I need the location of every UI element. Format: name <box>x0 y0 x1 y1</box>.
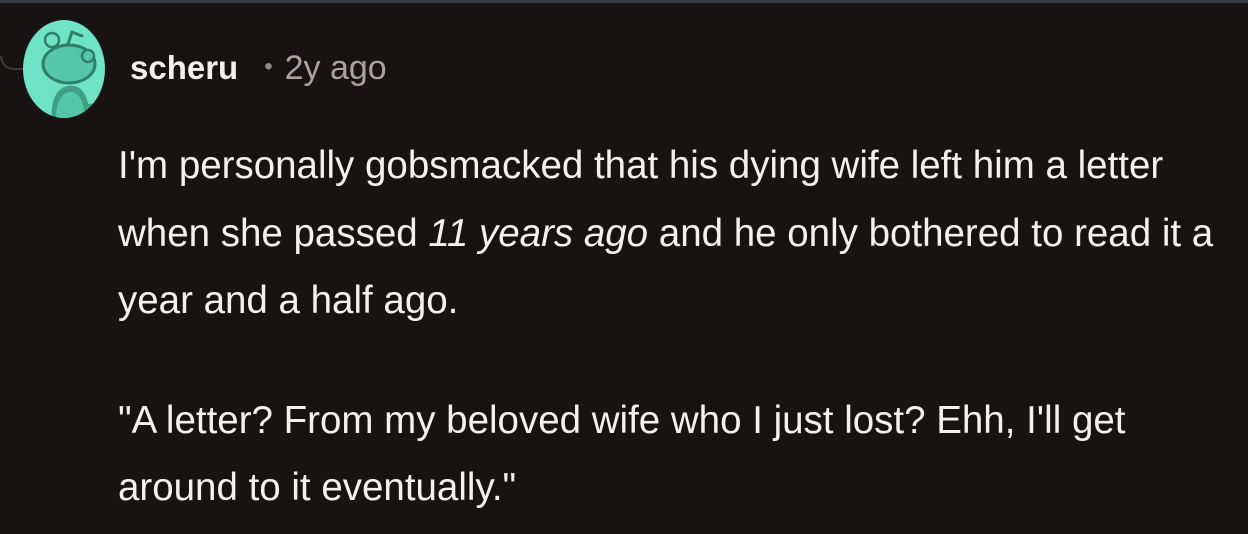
reddit-snoo-avatar-icon <box>23 20 105 118</box>
comment-timestamp[interactable]: 2y ago <box>285 49 387 88</box>
top-divider <box>0 0 1248 3</box>
comment-header: scheru • 2y ago <box>130 46 387 90</box>
comment-author[interactable]: scheru <box>130 49 238 87</box>
comment-body: I'm personally gobsmacked that his dying… <box>118 132 1228 522</box>
comment-paragraph: I'm personally gobsmacked that his dying… <box>118 132 1228 335</box>
comment-paragraph: "A letter? From my beloved wife who I ju… <box>118 398 1126 510</box>
user-avatar[interactable] <box>22 14 106 118</box>
separator-dot: • <box>264 53 273 80</box>
emphasized-text: 11 years ago <box>428 211 649 255</box>
